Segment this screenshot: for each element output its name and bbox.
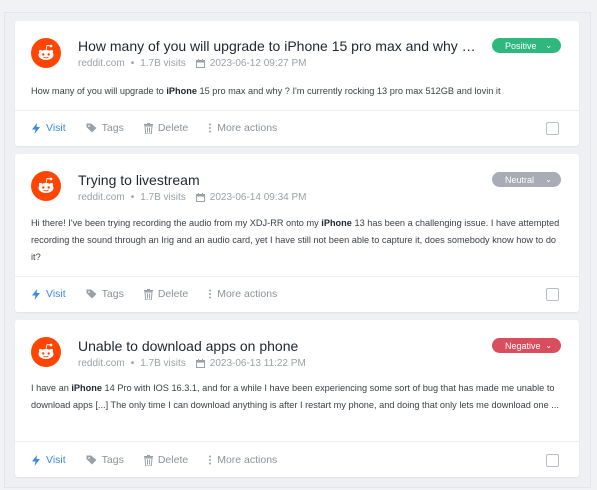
divider [15,110,579,111]
calendar-icon [195,59,205,68]
post-source[interactable]: reddit.com [78,358,125,369]
post-visits: 1.7B visits [140,358,186,369]
dots-vertical-icon [208,289,212,299]
post-source[interactable]: reddit.com [78,58,125,69]
sentiment-badge[interactable]: Neutral ⌄ [492,172,561,187]
post-card: Trying to livestream reddit.com • 1.7B v… [15,154,579,312]
sentiment-badge[interactable]: Positive ⌄ [492,38,561,53]
divider [15,441,579,442]
chevron-down-icon: ⌄ [545,341,552,350]
post-body: I have an iPhone 14 Pro with IOS 16.3.1,… [31,383,559,410]
calendar-icon [195,359,205,368]
lightning-icon [31,454,41,466]
tag-icon [86,123,97,133]
sentiment-label: Positive [505,40,537,51]
delete-button[interactable]: Delete [143,288,188,300]
sentiment-label: Negative [505,340,541,351]
post-visits: 1.7B visits [140,192,186,203]
sentiment-badge[interactable]: Negative ⌄ [492,338,561,353]
post-body: How many of you will upgrade to iPhone 1… [31,86,501,96]
post-visits: 1.7B visits [140,58,186,69]
reddit-icon [31,38,61,68]
post-body: Hi there! I've been trying recording the… [31,218,560,262]
post-datetime: 2023-06-12 09:27 PM [209,58,307,69]
chevron-down-icon: ⌄ [545,175,552,184]
lightning-icon [31,122,41,134]
post-card: How many of you will upgrade to iPhone 1… [15,21,579,146]
chevron-down-icon: ⌄ [545,41,552,50]
trash-icon [143,122,153,134]
post-datetime: 2023-06-14 09:34 PM [209,192,307,203]
post-card: Unable to download apps on phone reddit.… [15,320,579,477]
lightning-icon [31,288,41,300]
action-bar: Visit Tags Delete More actions [31,286,565,302]
action-bar: Visit Tags Delete More actions [31,120,565,136]
more-actions-button[interactable]: More actions [208,288,277,300]
post-title[interactable]: Unable to download apps on phone [78,338,478,354]
tag-icon [86,289,97,299]
trash-icon [143,288,153,300]
post-title[interactable]: How many of you will upgrade to iPhone 1… [78,38,478,54]
visit-button[interactable]: Visit [31,454,66,466]
action-bar: Visit Tags Delete More actions [31,452,565,468]
divider [15,276,579,277]
sentiment-label: Neutral [505,174,535,185]
tags-button[interactable]: Tags [86,288,124,300]
more-actions-button[interactable]: More actions [208,454,277,466]
reddit-icon [31,337,61,367]
post-source[interactable]: reddit.com [78,192,125,203]
post-meta: reddit.com • 1.7B visits 2023-06-12 09:2… [78,58,307,69]
trash-icon [143,454,153,466]
visit-button[interactable]: Visit [31,122,66,134]
post-meta: reddit.com • 1.7B visits 2023-06-14 09:3… [78,192,307,203]
tags-button[interactable]: Tags [86,454,124,466]
tag-icon [86,455,97,465]
select-checkbox[interactable] [546,454,559,467]
visit-button[interactable]: Visit [31,288,66,300]
delete-button[interactable]: Delete [143,454,188,466]
more-actions-button[interactable]: More actions [208,122,277,134]
reddit-icon [31,171,61,201]
select-checkbox[interactable] [546,122,559,135]
tags-button[interactable]: Tags [86,122,124,134]
post-meta: reddit.com • 1.7B visits 2023-06-13 11:2… [78,358,306,369]
post-title[interactable]: Trying to livestream [78,172,478,188]
select-checkbox[interactable] [546,288,559,301]
calendar-icon [195,193,205,202]
dots-vertical-icon [208,455,212,465]
dots-vertical-icon [208,123,212,133]
delete-button[interactable]: Delete [143,122,188,134]
post-datetime: 2023-06-13 11:22 PM [209,358,306,369]
